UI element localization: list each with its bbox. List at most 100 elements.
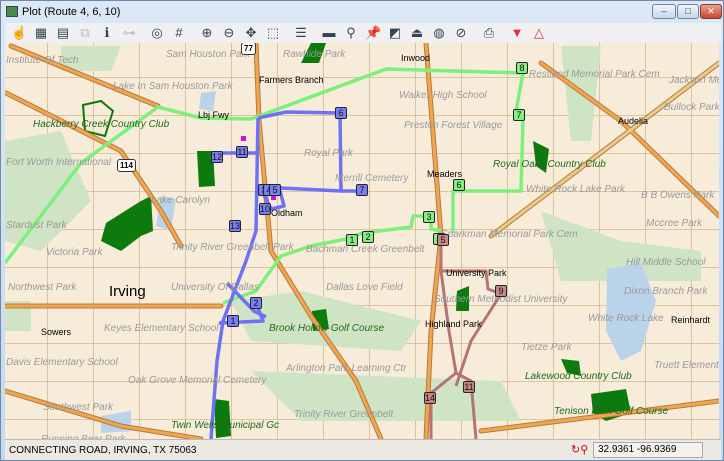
route-stop-marker[interactable]: 5: [269, 184, 281, 196]
route-stop-marker[interactable]: 2: [362, 231, 374, 243]
info-edit-button[interactable]: ℹ: [99, 25, 115, 41]
map-label-bachman: Bachman Creek Greenbelt: [306, 244, 425, 255]
map-label-hill: Hill Middle School: [626, 257, 706, 268]
info-edit-icon: ℹ: [104, 25, 110, 40]
pan-center-button[interactable]: ✥: [243, 25, 259, 41]
plot-window: Plot (Route 4, 6, 10) – □ ✕ ☝ ▦ ▤ ⧉ ℹ ⊶ ◎ # ⊕ ⊖ ✥ ⬚…: [0, 0, 724, 461]
map-label-lake-carolyn: Lake Carolyn: [151, 195, 210, 206]
map-label-bb-owens: B B Owens Park: [641, 190, 715, 201]
status-bar: CONNECTING ROAD, IRVING, TX 75063 ↻⚲ 32.…: [5, 439, 721, 460]
route-stop-marker[interactable]: 13: [229, 220, 241, 232]
route-stop-marker[interactable]: 10: [259, 203, 271, 215]
route-stop-marker[interactable]: 3: [423, 211, 435, 223]
maximize-button[interactable]: □: [677, 4, 699, 19]
route-stop-marker[interactable]: 11: [463, 381, 475, 393]
gps-find-icon[interactable]: ↻⚲: [571, 443, 588, 456]
sh-114-shield: 114: [117, 159, 136, 172]
us-77-shield: 77: [241, 43, 256, 55]
map-label-institute-of-tech: Institute Of Tech: [6, 55, 79, 66]
zoom-out-button[interactable]: ⊖: [221, 25, 237, 41]
pushpin-icon: 📌: [365, 25, 382, 40]
route-stop-marker[interactable]: 5: [437, 234, 449, 246]
map-label-reinhardt: Reinhardt: [671, 315, 711, 325]
map-label-mccree: Mccree Park: [646, 218, 703, 229]
route-stop-marker[interactable]: 7: [513, 109, 525, 121]
app-icon: [6, 6, 18, 17]
globe-route-icon: ◍: [433, 25, 445, 40]
map-label-oak-grove: Oak Grove Memorial Cemetery: [128, 375, 267, 386]
map-label-farmers-branch: Farmers Branch: [259, 75, 324, 85]
pushpin-button[interactable]: 📌: [365, 25, 381, 41]
map-label-trinity-greenbelt: Trinity River Greenbelt: [294, 409, 394, 420]
globe-clear-icon: ⊘: [455, 25, 467, 40]
map-label-walker: Walker High School: [399, 90, 487, 101]
map-label-sam-houston-park: Sam Houston Park: [166, 49, 250, 60]
move-down-icon: ▼: [510, 25, 524, 40]
layers-icon: ◩: [388, 25, 402, 40]
route-stop-marker[interactable]: 2: [250, 297, 262, 309]
list-button[interactable]: ☰: [293, 25, 309, 41]
map-label-audelia: Audelia: [618, 116, 649, 126]
route-stop-marker[interactable]: 6: [335, 107, 347, 119]
pan-center-icon: ✥: [245, 25, 257, 40]
list-icon: ☰: [295, 25, 307, 40]
link-icon: ⊶: [122, 25, 136, 40]
map-label-sowers: Sowers: [41, 327, 72, 337]
move-up-button[interactable]: △: [531, 25, 547, 41]
upload-icon: ⏏: [410, 25, 424, 40]
map-label-white-rock-park: White Rock Lake Park: [526, 184, 625, 195]
route-stop-marker[interactable]: 14: [424, 392, 436, 404]
map-label-fort-worth: Fort Worth International: [6, 157, 112, 168]
grid-button[interactable]: #: [171, 25, 187, 41]
route-map-button[interactable]: ▤: [55, 25, 71, 41]
route-stop-marker[interactable]: 1: [227, 315, 239, 327]
coordinates-readout: 32.9361 -96.9369: [593, 442, 703, 458]
map-label-tietze: Tietze Park: [521, 342, 572, 353]
map-label-dixon: Dixon Branch Park: [624, 286, 708, 297]
zoom-in-button[interactable]: ⊕: [199, 25, 215, 41]
globe-route-button[interactable]: ◍: [431, 25, 447, 41]
upload-button[interactable]: ⏏: [409, 25, 425, 41]
globe-clear-button[interactable]: ⊘: [453, 25, 469, 41]
map-label-restland: Restland Memorial Park Cem: [529, 69, 660, 80]
route-stop-marker[interactable]: 11: [236, 146, 248, 158]
route-stop-marker[interactable]: 9: [495, 285, 507, 297]
map-label-lbj-fwy: Lbj Fwy: [198, 110, 230, 120]
map-label-victoria: Victoria Park: [46, 247, 103, 258]
route-stop-marker[interactable]: 7: [356, 184, 368, 196]
map-view-button[interactable]: ▦: [33, 25, 49, 41]
zoom-out-icon: ⊖: [223, 25, 235, 40]
map-label-white-rock-lake: White Rock Lake: [588, 313, 664, 324]
window-title: Plot (Route 4, 6, 10): [22, 6, 121, 18]
route-stop-marker[interactable]: 6: [453, 179, 465, 191]
map-label-merrill: Merrill Cemetery: [335, 173, 409, 184]
map-label-twin-wells: Twin Wells Municipal Gc: [171, 420, 279, 431]
map-label-davis: Davis Elementary School: [6, 357, 118, 368]
pan-hand-button[interactable]: ☝: [11, 25, 27, 41]
target-button[interactable]: ◎: [149, 25, 165, 41]
link-button[interactable]: ⊶: [121, 25, 137, 41]
move-down-button[interactable]: ▼: [509, 25, 525, 41]
route-stop-marker[interactable]: 12: [211, 151, 223, 163]
zoom-window-button[interactable]: ⬚: [265, 25, 281, 41]
map-label-hackberry: Hackberry Creek Country Club: [33, 119, 170, 130]
layers-button[interactable]: ◩: [387, 25, 403, 41]
map-label-jackson: Jackson Meadows: [669, 75, 719, 86]
route-stop-marker[interactable]: 8: [516, 62, 528, 74]
map-view[interactable]: Sam Houston Park Institute Of Tech Lake In…: [5, 43, 719, 439]
map-label-royal-park: Royal Park: [304, 148, 353, 159]
grid-icon: #: [175, 25, 183, 40]
map-label-memorial-cem: Sparkman Memorial Park Cem: [441, 229, 578, 240]
print-icon: ⎙: [483, 25, 495, 40]
zoom-in-icon: ⊕: [201, 25, 213, 40]
close-button[interactable]: ✕: [700, 4, 722, 19]
map-label-keyes: Keyes Elementary School: [104, 323, 219, 334]
copy-icon: ⧉: [80, 25, 90, 40]
route-stop-marker[interactable]: 1: [346, 234, 358, 246]
copy-button[interactable]: ⧉: [77, 25, 93, 41]
find-button[interactable]: ⚲: [343, 25, 359, 41]
minimize-button[interactable]: –: [652, 4, 676, 19]
map-label-northwest: Northwest Park: [8, 282, 77, 293]
print-button[interactable]: ⎙: [481, 25, 497, 41]
ruler-button[interactable]: ▬: [321, 25, 337, 41]
